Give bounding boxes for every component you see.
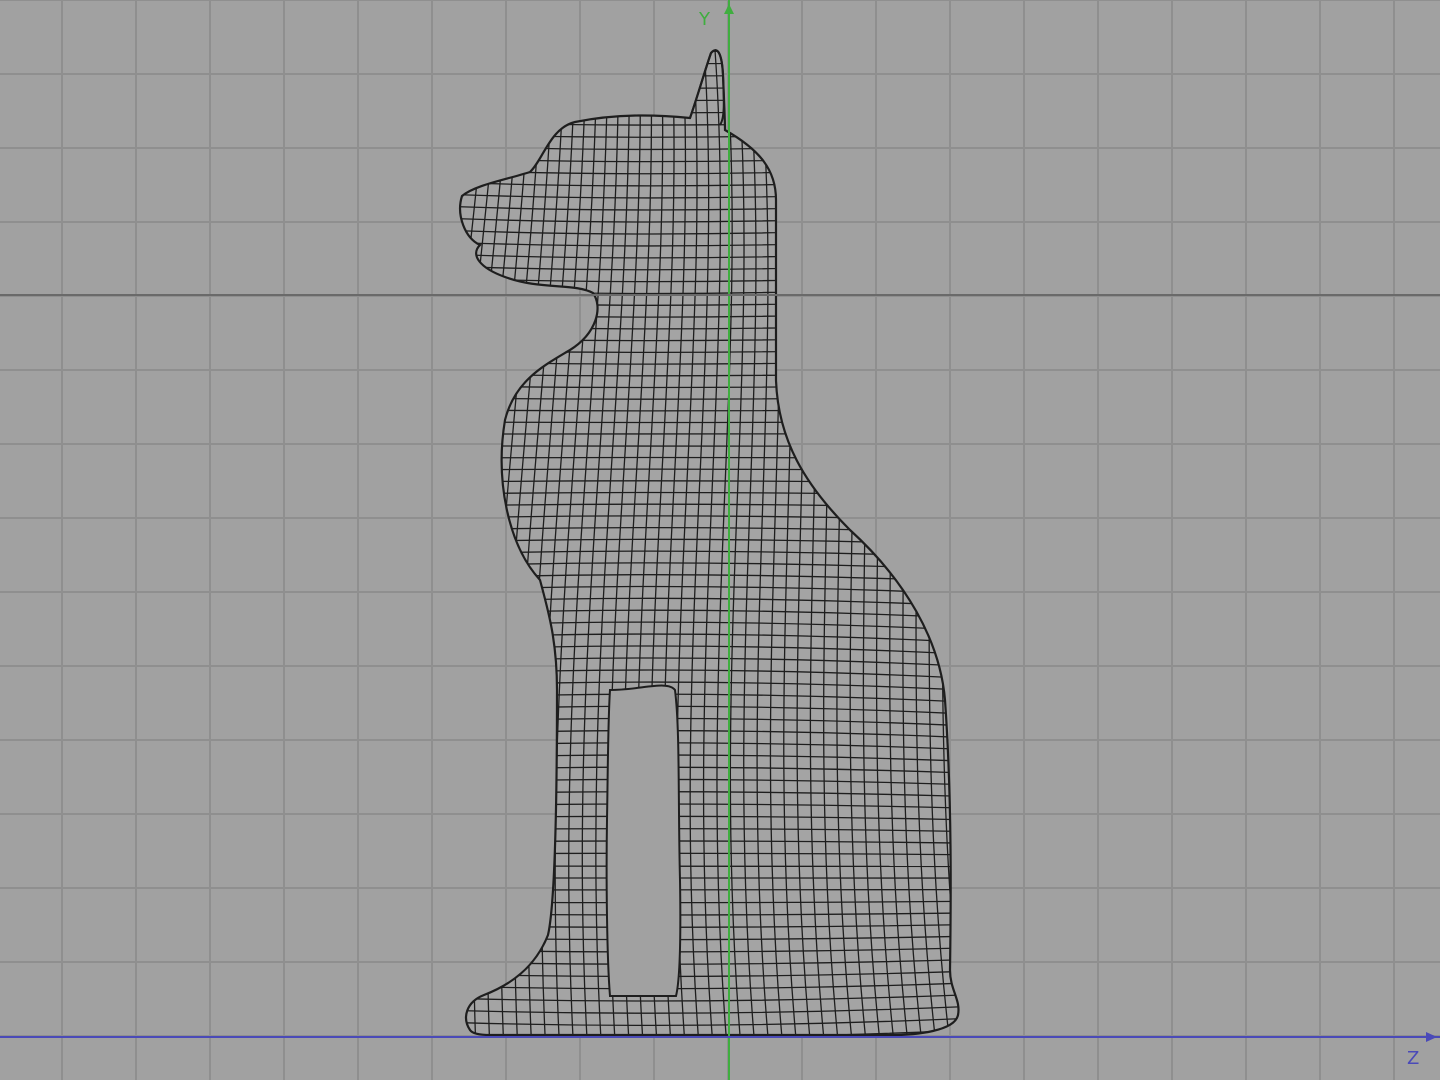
y-axis-arrowhead — [724, 4, 734, 14]
z-axis-arrowhead — [1426, 1032, 1437, 1042]
3d-viewport[interactable]: Y Z — [0, 0, 1440, 1080]
z-axis-label: Z — [1407, 1048, 1420, 1069]
viewport-axes — [0, 0, 1440, 1080]
y-axis-label: Y — [699, 9, 710, 30]
